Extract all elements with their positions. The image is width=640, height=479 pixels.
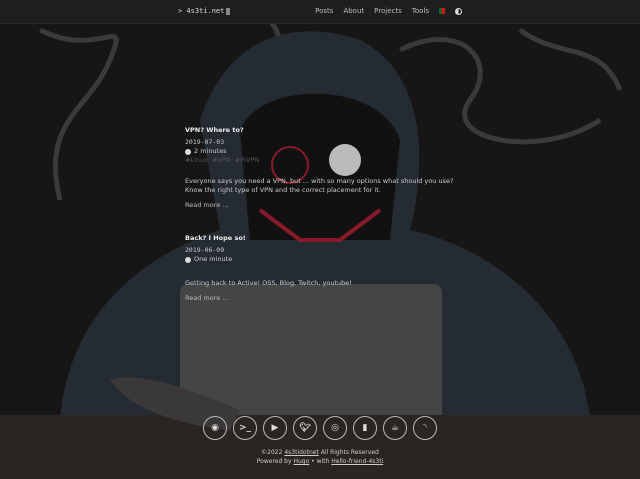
read-more-link[interactable]: Read more ... xyxy=(185,294,455,303)
rss-icon[interactable]: ◝ xyxy=(413,416,437,440)
clock-icon xyxy=(185,148,191,155)
tag-link[interactable]: #VPN xyxy=(212,156,231,165)
site-footer: ◉ >_ ▶ 🐦︎ ◎ ▮ ☕︎ ◝ ©2022 4s3tidotnet All… xyxy=(0,416,640,466)
youtube-icon[interactable]: ▶ xyxy=(263,416,287,440)
github-icon[interactable]: ◉ xyxy=(203,416,227,440)
theme-toggle-icon[interactable] xyxy=(455,7,462,15)
reading-time: 2 minutes xyxy=(194,147,227,155)
post-item: Back? I Hope so! 2019-06-09 One minute G… xyxy=(185,234,455,303)
theme-link[interactable]: Hello-friend-4s3ti xyxy=(331,458,383,465)
nav-tools[interactable]: Tools xyxy=(412,7,429,15)
read-more-link[interactable]: Read more ... xyxy=(185,201,455,210)
post-date: 2019-07-03 xyxy=(185,138,225,146)
portugal-flag-icon[interactable] xyxy=(439,8,445,14)
clock-icon xyxy=(185,256,191,263)
ko-fi-icon[interactable]: ☕︎ xyxy=(383,416,407,440)
post-summary: Getting back to Active! OSS, Blog, Twitc… xyxy=(185,279,352,287)
tag-link[interactable]: #Linux xyxy=(185,156,208,165)
post-list: VPN? Where to? 2019-07-03 2 minutes #Lin… xyxy=(185,126,455,327)
post-title[interactable]: VPN? Where to? xyxy=(185,126,455,135)
copyright-link[interactable]: 4s3tidotnet xyxy=(284,449,318,456)
nav-posts[interactable]: Posts xyxy=(315,7,333,15)
instagram-icon[interactable]: ◎ xyxy=(323,416,347,440)
post-date: 2019-06-09 xyxy=(185,246,225,254)
hugo-link[interactable]: Hugo xyxy=(293,458,309,465)
nav-projects[interactable]: Projects xyxy=(374,7,402,15)
cursor-icon xyxy=(226,7,231,15)
twitch-icon[interactable]: ▮ xyxy=(353,416,377,440)
nav-about[interactable]: About xyxy=(343,7,364,15)
copyright: ©2022 4s3tidotnet All Rights Reserved xyxy=(261,449,379,456)
post-title[interactable]: Back? I Hope so! xyxy=(185,234,455,243)
twitter-icon[interactable]: 🐦︎ xyxy=(293,416,317,440)
terminal-icon[interactable]: >_ xyxy=(233,416,257,440)
tag-link[interactable]: #PIVPN xyxy=(235,156,260,165)
powered-by: Powered by Hugo • with Hello-friend-4s3t… xyxy=(256,458,384,465)
post-item: VPN? Where to? 2019-07-03 2 minutes #Lin… xyxy=(185,126,455,210)
site-logo[interactable]: > 4s3ti.net xyxy=(178,7,231,15)
reading-time: One minute xyxy=(194,255,233,263)
post-summary: Everyone says you need a VPN, but ... wi… xyxy=(185,177,454,194)
site-header: > 4s3ti.net Posts About Projects Tools xyxy=(0,0,640,24)
main-nav: Posts About Projects Tools xyxy=(315,7,462,15)
